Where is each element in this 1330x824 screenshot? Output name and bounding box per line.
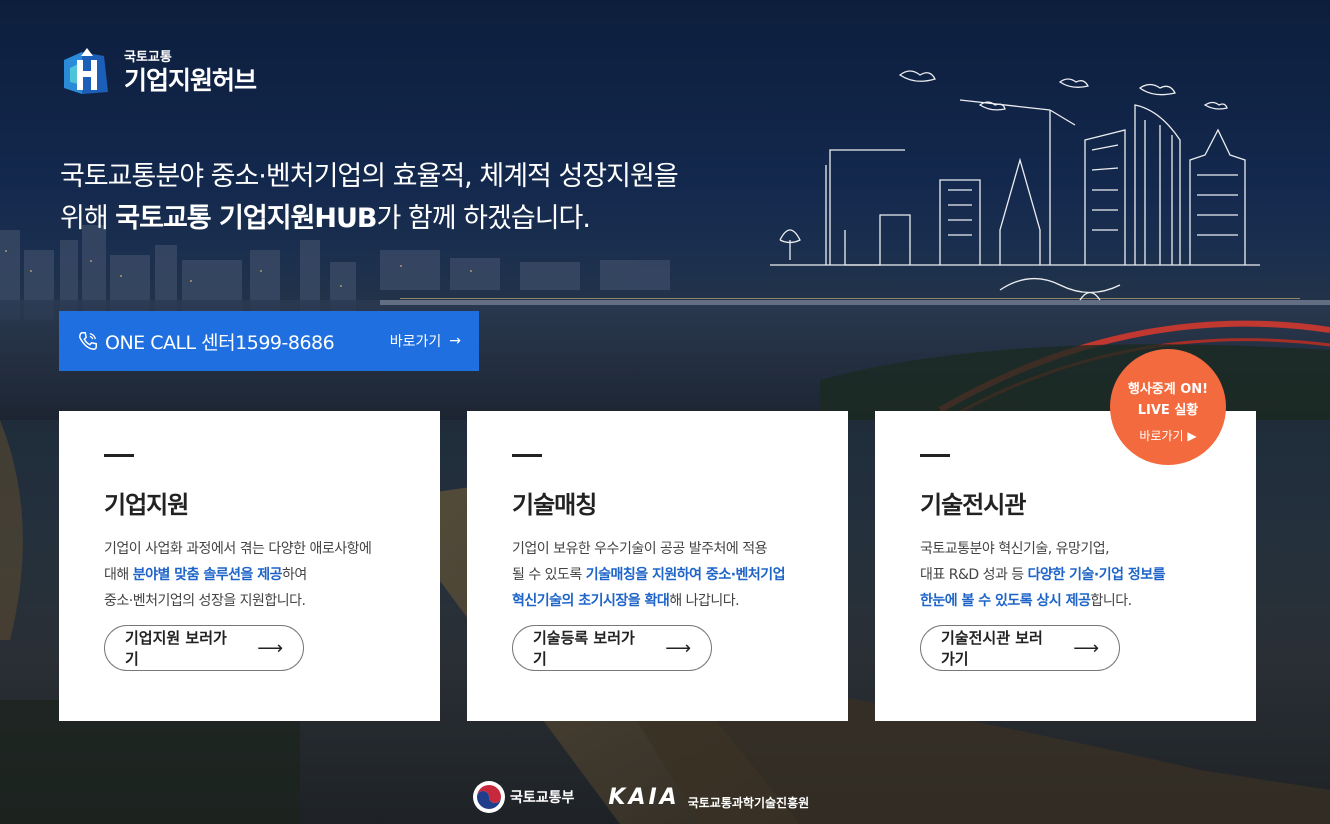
- arrow-right-icon: ⟶: [665, 637, 691, 659]
- one-call-label: ONE CALL 센터1599-8686: [105, 331, 335, 354]
- desc-line: 국토교통분야 혁신기술, 유망기업,: [920, 541, 1110, 557]
- desc-text: 해 나갑니다.: [669, 593, 740, 609]
- desc-text: 대해: [104, 567, 133, 583]
- kaia-wordmark: KAIA: [608, 784, 680, 810]
- desc-highlight: 분야별 맞춤 솔루션을 제공: [132, 567, 283, 583]
- card-title: 기술매칭: [512, 491, 597, 519]
- live-line-2: LIVE 실황: [1137, 403, 1199, 418]
- card-divider: [920, 454, 950, 457]
- live-broadcast-badge[interactable]: 행사중계 ON! LIVE 실황 바로가기 ▶: [1110, 349, 1226, 465]
- desc-line: 기업이 사업화 과정에서 겪는 다양한 애로사항에: [104, 541, 372, 557]
- card-business-support: 기업지원 기업이 사업화 과정에서 겪는 다양한 애로사항에 대해 분야별 맞춤…: [59, 411, 440, 721]
- card-title: 기술전시관: [920, 491, 1026, 519]
- one-call-go-link[interactable]: 바로가기 →: [390, 331, 461, 351]
- logo-title: 기업지원허브: [124, 66, 257, 95]
- button-label: 기술전시관 보러가기: [941, 629, 1043, 668]
- desc-text: 대표 R&D 성과 등: [920, 567, 1028, 583]
- one-call-center-button[interactable]: ONE CALL 센터1599-8686 바로가기 →: [59, 311, 479, 371]
- desc-line: 대해 분야별 맞춤 솔루션을 제공하여: [104, 562, 395, 588]
- desc-text: 하여: [282, 567, 307, 583]
- card-description: 국토교통분야 혁신기술, 유망기업, 대표 R&D 성과 등 다양한 기술·기업…: [920, 536, 1211, 614]
- arrow-right-icon: ⟶: [1073, 637, 1099, 659]
- button-label: 기술등록 보러가기: [533, 629, 635, 668]
- molit-label: 국토교통부: [510, 790, 575, 806]
- card-description: 기업이 사업화 과정에서 겪는 다양한 애로사항에 대해 분야별 맞춤 솔루션을…: [104, 536, 395, 614]
- arrow-right-icon: ⟶: [257, 637, 283, 659]
- card-divider: [512, 454, 542, 457]
- desc-line: 중소·벤처기업의 성장을 지원합니다.: [104, 593, 306, 609]
- one-call-go-label: 바로가기: [389, 334, 442, 350]
- phone-icon: [79, 332, 97, 350]
- desc-text: 합니다.: [1090, 593, 1132, 609]
- arrow-right-icon: →: [449, 333, 461, 349]
- desc-line: 한눈에 볼 수 있도록 상시 제공합니다.: [920, 588, 1211, 614]
- card-title: 기업지원: [104, 491, 189, 519]
- taegeuk-icon: [473, 781, 505, 813]
- kaia-fullname: 국토교통과학기술진흥원: [687, 795, 810, 810]
- headline-suffix: 가 함께 하겠습니다.: [376, 203, 591, 234]
- desc-highlight: 기술매칭을 지원하여 중소·벤처기업: [585, 567, 786, 583]
- desc-line: 기업이 보유한 우수기술이 공공 발주처에 적용: [512, 541, 767, 557]
- desc-line: 혁신기술의 초기시장을 확대해 나갑니다.: [512, 588, 803, 614]
- tech-exhibition-button[interactable]: 기술전시관 보러가기 ⟶: [920, 625, 1120, 671]
- logo-subtitle: 국토교통: [124, 50, 172, 65]
- footer-logos: 국토교통부 KAIA 국토교통과학기술진흥원: [472, 780, 809, 814]
- headline-prefix: 위해: [60, 203, 116, 234]
- hero-headline: 국토교통분야 중소·벤처기업의 효율적, 체계적 성장지원을 위해 국토교통 기…: [60, 156, 679, 240]
- business-support-button[interactable]: 기업지원 보러가기 ⟶: [104, 625, 304, 671]
- headline-line-2: 위해 국토교통 기업지원HUB가 함께 하겠습니다.: [60, 198, 678, 240]
- live-line-1: 행사중계 ON!: [1127, 382, 1209, 397]
- headline-line-1: 국토교통분야 중소·벤처기업의 효율적, 체계적 성장지원을: [60, 161, 679, 192]
- molit-logo[interactable]: 국토교통부: [472, 780, 574, 814]
- kaia-logo[interactable]: KAIA 국토교통과학기술진흥원: [608, 784, 809, 811]
- desc-highlight: 한눈에 볼 수 있도록 상시 제공: [920, 593, 1091, 609]
- desc-highlight: 혁신기술의 초기시장을 확대: [512, 593, 670, 609]
- card-tech-exhibition: 기술전시관 국토교통분야 혁신기술, 유망기업, 대표 R&D 성과 등 다양한…: [875, 411, 1256, 721]
- button-label: 기업지원 보러가기: [125, 629, 227, 668]
- card-description: 기업이 보유한 우수기술이 공공 발주처에 적용 될 수 있도록 기술매칭을 지…: [512, 536, 803, 614]
- site-logo[interactable]: 국토교통 기업지원허브: [60, 46, 257, 100]
- desc-line: 대표 R&D 성과 등 다양한 기술·기업 정보를: [920, 562, 1211, 588]
- desc-highlight: 다양한 기술·기업 정보를: [1027, 567, 1166, 583]
- desc-line: 될 수 있도록 기술매칭을 지원하여 중소·벤처기업: [512, 562, 803, 588]
- card-tech-matching: 기술매칭 기업이 보유한 우수기술이 공공 발주처에 적용 될 수 있도록 기술…: [467, 411, 848, 721]
- card-divider: [104, 454, 134, 457]
- live-go-link: 바로가기 ▶: [1139, 429, 1197, 443]
- tech-register-button[interactable]: 기술등록 보러가기 ⟶: [512, 625, 712, 671]
- headline-emphasis: 국토교통 기업지원HUB: [115, 203, 377, 234]
- hub-logo-icon: [64, 48, 108, 94]
- desc-text: 될 수 있도록: [512, 567, 586, 583]
